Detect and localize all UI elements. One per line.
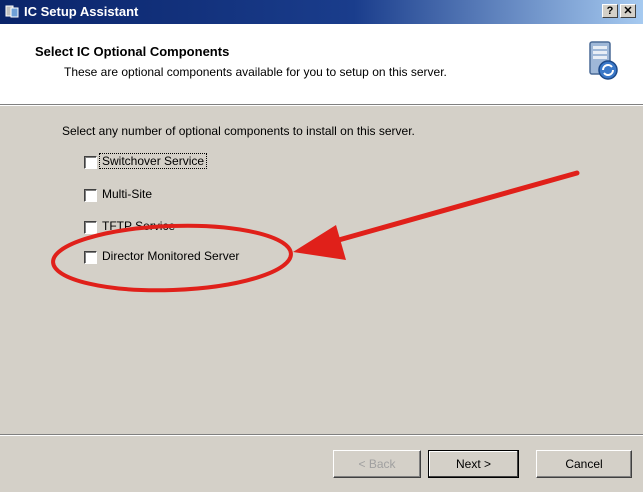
title-bar[interactable]: IC Setup Assistant ? ✕ — [0, 0, 643, 24]
cancel-button[interactable]: Cancel — [536, 450, 632, 478]
multi-site-checkbox[interactable] — [84, 189, 97, 202]
footer-divider-highlight — [0, 435, 643, 436]
option-label: Multi-Site — [102, 187, 153, 201]
window-title: IC Setup Assistant — [24, 4, 139, 19]
switchover-service-checkbox[interactable] — [84, 156, 97, 169]
header-divider — [0, 105, 643, 106]
page-title: Select IC Optional Components — [35, 44, 230, 59]
option-label: Director Monitored Server — [102, 249, 240, 263]
help-button[interactable]: ? — [602, 4, 618, 18]
red-arrow-icon — [293, 170, 580, 260]
server-setup-icon — [589, 41, 618, 80]
back-button[interactable]: < Back — [333, 450, 421, 478]
instruction-text: Select any number of optional components… — [62, 124, 415, 138]
page-subtitle: These are optional components available … — [64, 65, 447, 79]
option-label: TFTP Service — [102, 219, 176, 233]
next-button[interactable]: Next > — [428, 450, 519, 478]
setup-assistant-window: IC Setup Assistant ? ✕ Select IC Optiona… — [0, 0, 643, 492]
option-label: Switchover Service — [98, 153, 208, 169]
close-button[interactable]: ✕ — [620, 4, 636, 18]
wizard-header: Select IC Optional Components These are … — [0, 24, 643, 105]
app-icon — [5, 5, 19, 18]
director-monitored-server-checkbox[interactable] — [84, 251, 97, 264]
tftp-service-checkbox[interactable] — [84, 221, 97, 234]
